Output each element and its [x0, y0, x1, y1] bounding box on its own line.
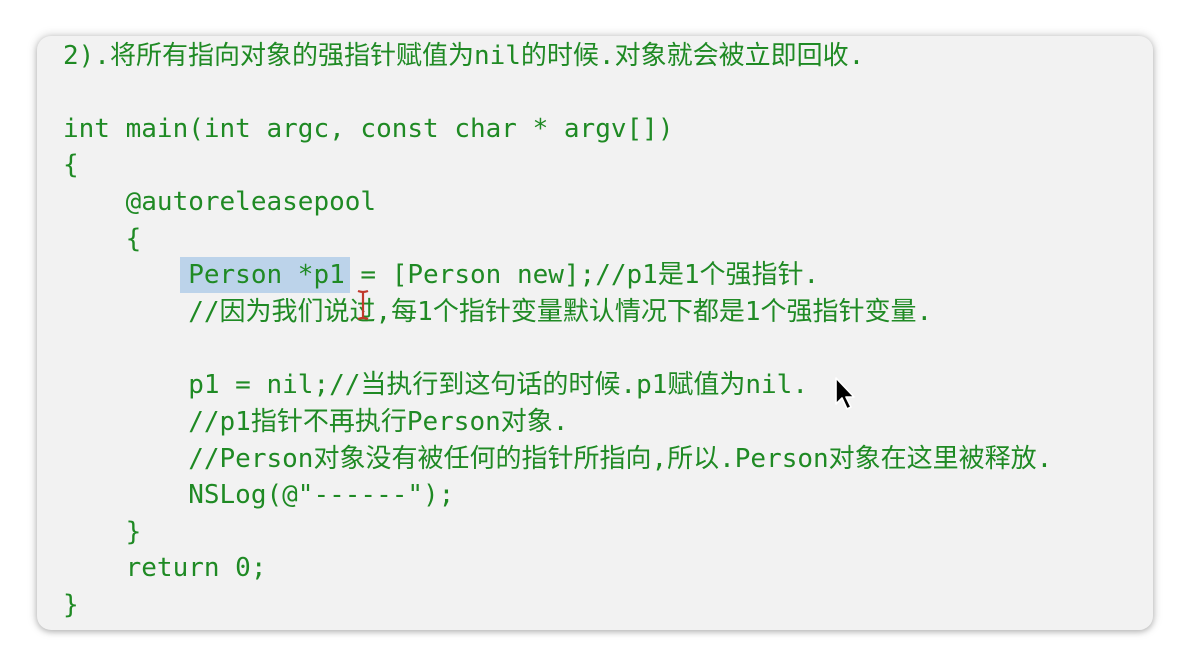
arrow-pointer-icon [835, 377, 855, 410]
code-slide: 2).将所有指向对象的强指针赋值为nil的时候.对象就会被立即回收. int m… [37, 36, 1153, 630]
code-line-3: int main(int argc, const char * argv[]) [63, 114, 674, 144]
code-line-16: } [63, 590, 79, 620]
code-line-7: Person *p1 = [Person new];//p1是1个强指针. [63, 260, 820, 290]
code-line-4: { [63, 150, 79, 180]
code-line-12: //Person对象没有被任何的指针所指向,所以.Person对象在这里被释放. [63, 444, 1053, 474]
code-line-6: { [63, 224, 142, 254]
code-line-14: } [63, 517, 142, 547]
code-line-8: //因为我们说过,每1个指针变量默认情况下都是1个强指针变量. [63, 297, 933, 327]
code-line-15: return 0; [63, 553, 267, 583]
code-line-10: p1 = nil;//当执行到这句话的时候.p1赋值为nil. [63, 370, 808, 400]
ibeam-cursor-icon [357, 290, 369, 320]
code-line-13: NSLog(@"------"); [63, 480, 455, 510]
code-line-1: 2).将所有指向对象的强指针赋值为nil的时候.对象就会被立即回收. [63, 41, 865, 71]
code-line-5: @autoreleasepool [63, 187, 377, 217]
code-block: 2).将所有指向对象的强指针赋值为nil的时候.对象就会被立即回收. int m… [37, 36, 1153, 630]
code-line-11: //p1指针不再执行Person对象. [63, 407, 569, 437]
